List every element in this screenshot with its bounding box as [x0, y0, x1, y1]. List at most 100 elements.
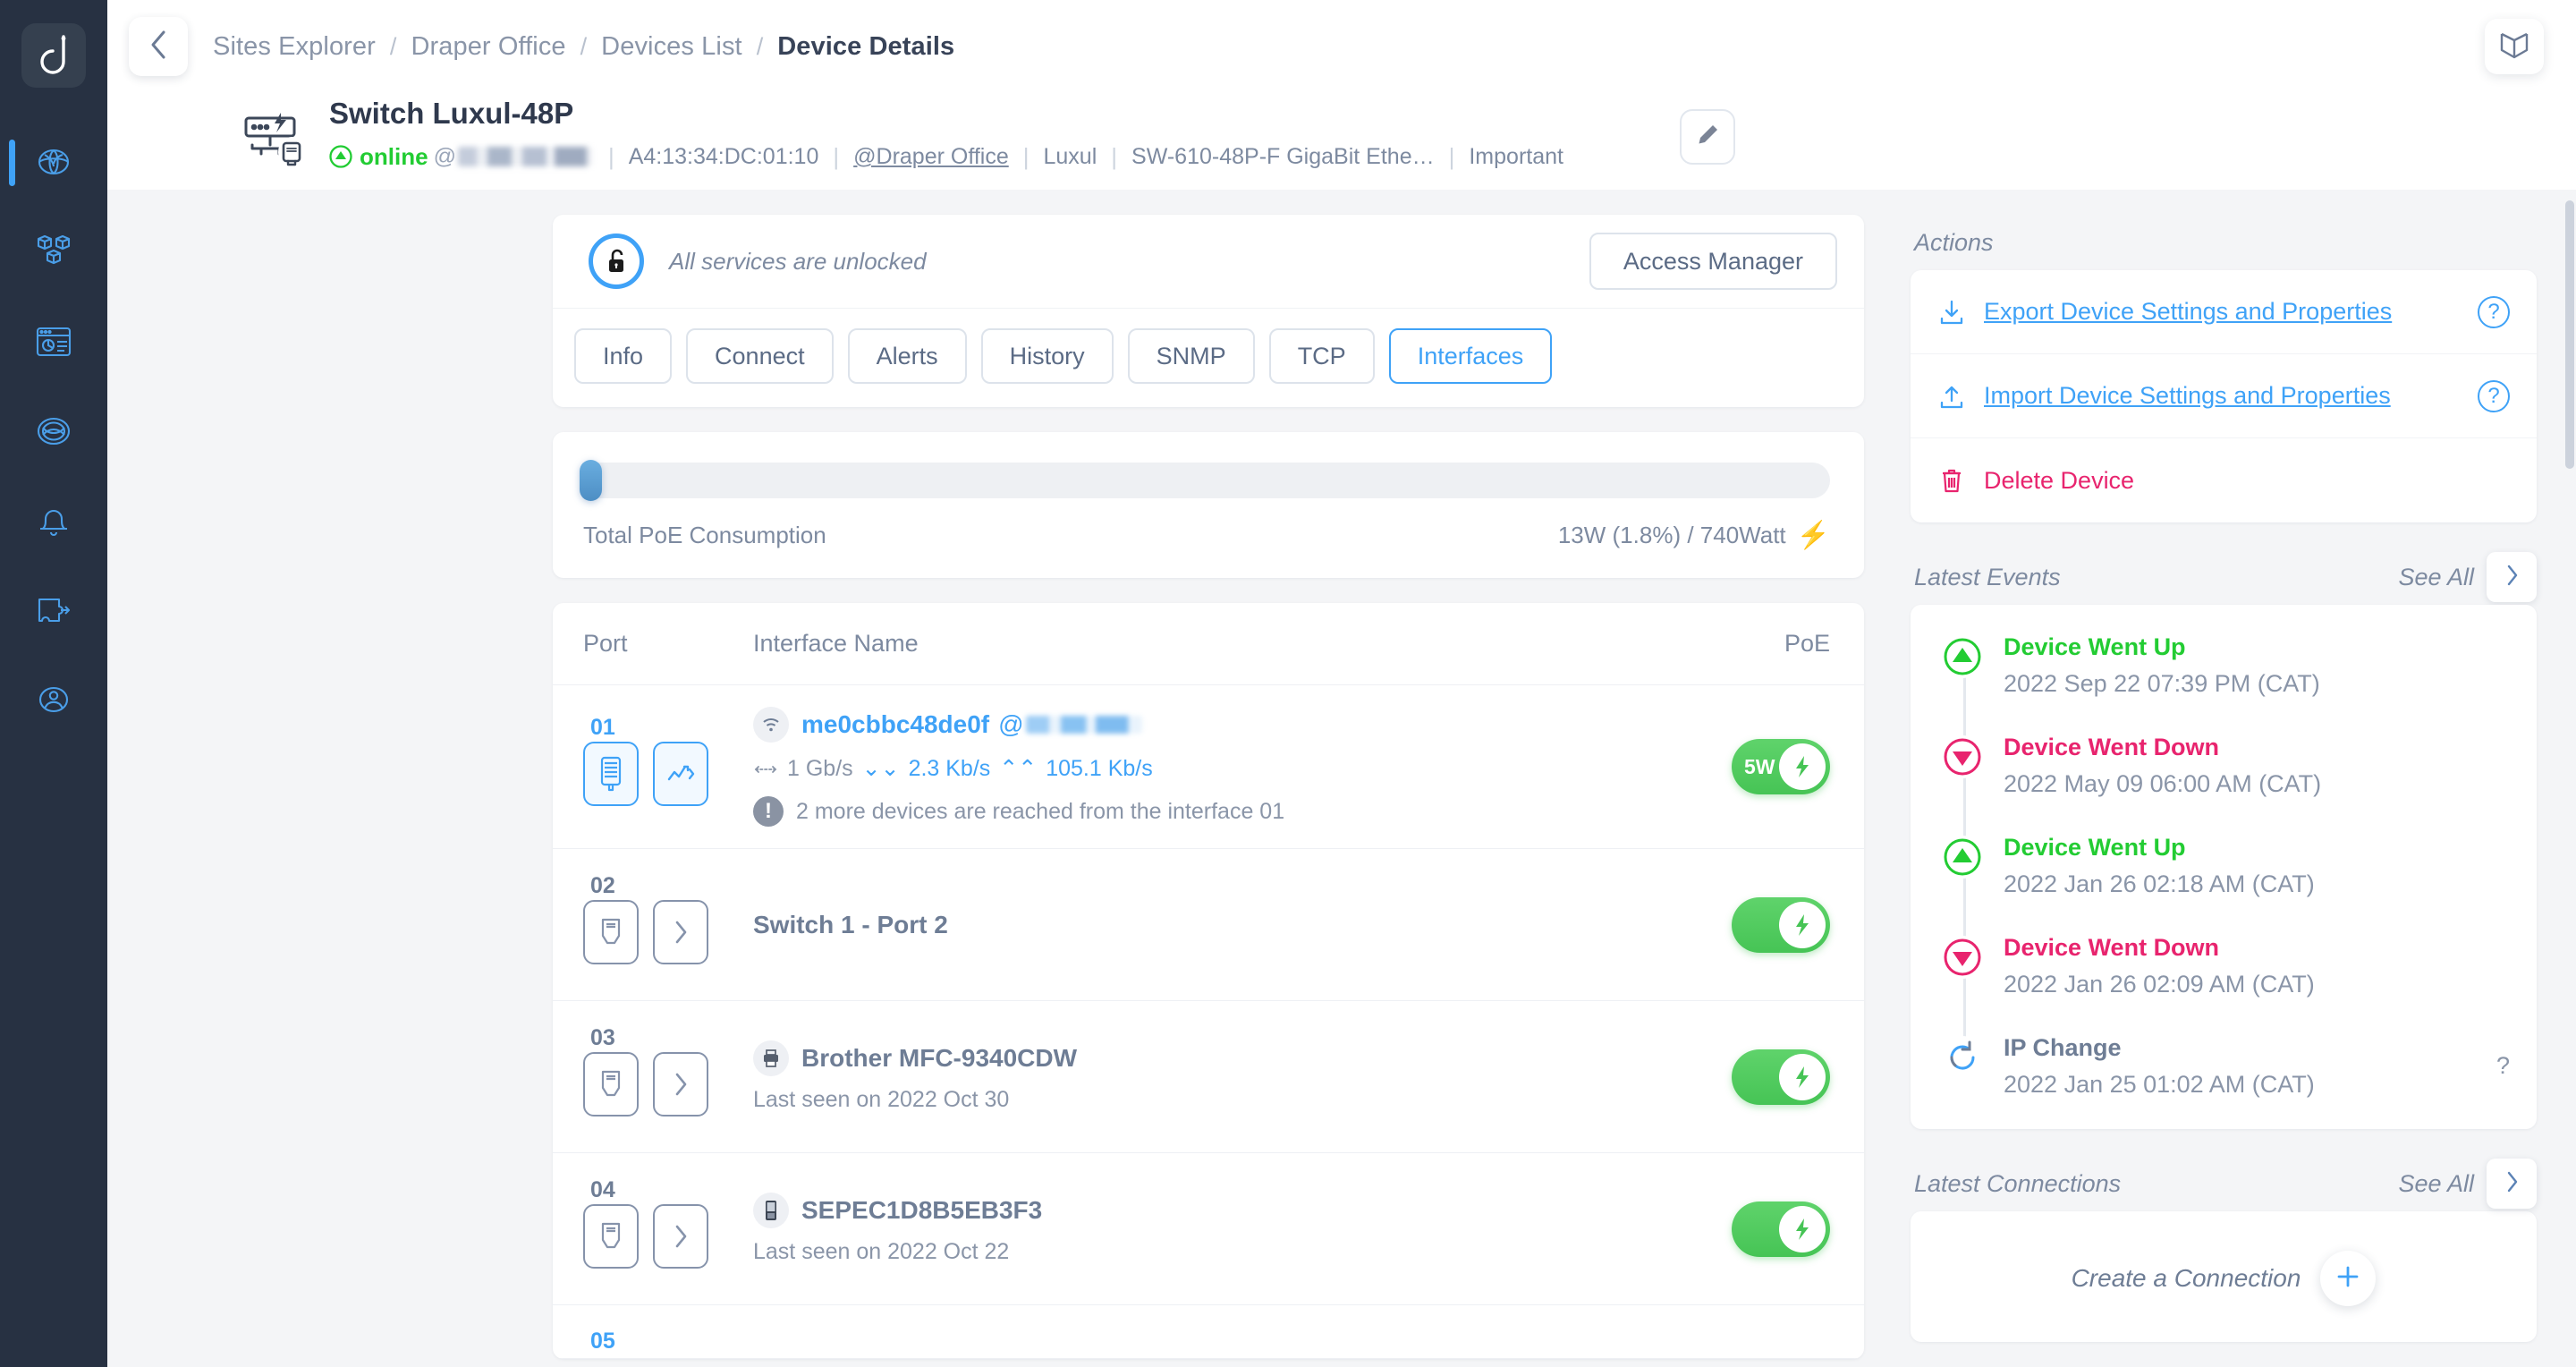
list-item[interactable]: Device Went Up 2022 Jan 26 02:18 AM (CAT… — [1941, 832, 2510, 898]
event-time: 2022 May 09 06:00 AM (CAT) — [2004, 770, 2510, 798]
tab-tcp[interactable]: TCP — [1269, 328, 1375, 384]
poe-knob — [1779, 902, 1826, 948]
switch-stack-icon[interactable] — [583, 742, 639, 806]
port-number: 05 — [590, 1329, 615, 1354]
event-title: IP Change — [2004, 1032, 2496, 1064]
latest-connections-see-all-button[interactable] — [2487, 1159, 2537, 1209]
interfaces-table: Port Interface Name PoE 01 — [553, 603, 1864, 1359]
breadcrumb-item-0[interactable]: Sites Explorer — [213, 32, 376, 62]
chevron-right-icon[interactable] — [653, 1204, 708, 1269]
list-item[interactable]: IP Change 2022 Jan 25 01:02 AM (CAT) ? — [1941, 1032, 2510, 1099]
device-site-link[interactable]: @Draper Office — [853, 144, 1009, 170]
table-row[interactable]: 02 — [553, 849, 1864, 1001]
scrollbar-thumb[interactable] — [2565, 200, 2574, 469]
interface-speed-row: 1 Gb/s ⌄⌄ 2.3 Kb/s ⌃⌃ 105.1 Kb/s — [753, 755, 1714, 782]
bolt-icon: ⚡ — [1797, 520, 1830, 551]
table-row[interactable]: 03 — [553, 1001, 1864, 1153]
app-logo[interactable] — [21, 23, 86, 88]
upload-icon — [1934, 383, 1970, 410]
sidebar-item-reports[interactable] — [0, 297, 107, 386]
breadcrumb-item-1[interactable]: Draper Office — [411, 32, 565, 62]
help-icon[interactable]: ? — [2478, 296, 2510, 328]
device-importance: Important — [1469, 144, 1563, 170]
interface-name-row: me0cbbc48de0f @ — [753, 707, 1714, 743]
event-body: Device Went Up 2022 Sep 22 07:39 PM (CAT… — [2004, 632, 2510, 698]
event-body: IP Change 2022 Jan 25 01:02 AM (CAT) — [2004, 1032, 2496, 1099]
radar-icon — [34, 412, 73, 450]
chevron-left-icon — [149, 30, 167, 64]
tab-interfaces[interactable]: Interfaces — [1389, 328, 1553, 384]
table-header: Port Interface Name PoE — [553, 603, 1864, 685]
edit-device-button[interactable] — [1680, 109, 1735, 165]
tab-connect[interactable]: Connect — [686, 328, 834, 384]
sidebar-item-sites-explorer[interactable] — [0, 118, 107, 208]
divider: | — [833, 143, 839, 171]
tab-alerts[interactable]: Alerts — [848, 328, 967, 384]
access-manager-button[interactable]: Access Manager — [1589, 233, 1837, 290]
left-nav-rail — [0, 0, 107, 1367]
traffic-graph-icon[interactable] — [653, 742, 708, 806]
delete-device-row[interactable]: Delete Device — [1911, 438, 2537, 522]
export-settings-row[interactable]: Export Device Settings and Properties ? — [1911, 270, 2537, 354]
create-connection-button[interactable] — [2320, 1251, 2376, 1306]
column-header-poe: PoE — [1723, 630, 1830, 658]
poe-label: Total PoE Consumption — [583, 522, 826, 549]
sidebar-item-integrations[interactable] — [0, 565, 107, 655]
user-icon — [35, 682, 72, 717]
chevron-right-icon[interactable] — [653, 900, 708, 964]
rj45-icon[interactable] — [583, 900, 639, 964]
table-row[interactable]: 04 — [553, 1153, 1864, 1305]
event-help-icon[interactable]: ? — [2496, 1052, 2510, 1080]
page-scrollbar[interactable] — [2565, 190, 2574, 1367]
poe-toggle[interactable] — [1732, 1049, 1830, 1105]
event-time: 2022 Jan 25 01:02 AM (CAT) — [2004, 1071, 2496, 1099]
sidebar-item-discovery[interactable] — [0, 386, 107, 476]
app-root: Sites Explorer / Draper Office / Devices… — [0, 0, 2576, 1367]
poe-toggle[interactable]: 5W — [1732, 739, 1830, 794]
create-connection-card[interactable]: Create a Connection — [1911, 1211, 2537, 1342]
list-item[interactable]: Device Went Up 2022 Sep 22 07:39 PM (CAT… — [1941, 632, 2510, 698]
tab-info[interactable]: Info — [574, 328, 672, 384]
main-column: Sites Explorer / Draper Office / Devices… — [107, 0, 2576, 1367]
access-status-text: All services are unlocked — [669, 248, 927, 276]
list-item[interactable]: Device Went Down 2022 Jan 26 02:09 AM (C… — [1941, 932, 2510, 998]
documentation-button[interactable] — [2485, 19, 2544, 74]
list-item[interactable]: Device Went Down 2022 May 09 06:00 AM (C… — [1941, 732, 2510, 798]
poe-progress-fill — [580, 460, 602, 501]
export-settings-link[interactable]: Export Device Settings and Properties — [1984, 298, 2392, 326]
breadcrumb: Sites Explorer / Draper Office / Devices… — [213, 32, 954, 62]
poe-toggle[interactable] — [1732, 1201, 1830, 1257]
interface-name[interactable]: me0cbbc48de0f — [801, 710, 989, 739]
tab-snmp[interactable]: SNMP — [1128, 328, 1255, 384]
divider: | — [1111, 143, 1117, 171]
refresh-icon — [1941, 1036, 1984, 1079]
tab-history[interactable]: History — [981, 328, 1114, 384]
latest-connections-see-all[interactable]: See All — [2398, 1170, 2474, 1198]
status-up-icon — [329, 145, 352, 168]
rj45-icon[interactable] — [583, 1204, 639, 1269]
port-number: 04 — [590, 1177, 615, 1203]
event-title: Device Went Down — [2004, 732, 2510, 763]
breadcrumb-item-2[interactable]: Devices List — [601, 32, 742, 62]
rj45-icon[interactable] — [583, 1052, 639, 1117]
import-settings-row[interactable]: Import Device Settings and Properties ? — [1911, 354, 2537, 438]
divider: | — [1023, 143, 1030, 171]
interface-host-masked — [1026, 716, 1142, 734]
chevron-right-icon[interactable] — [653, 1052, 708, 1117]
poe-toggle[interactable] — [1732, 897, 1830, 953]
table-row[interactable]: 01 — [553, 685, 1864, 849]
latest-events-see-all[interactable]: See All — [2398, 564, 2474, 591]
table-row[interactable]: 05 — [553, 1305, 1864, 1359]
help-icon[interactable]: ? — [2478, 380, 2510, 412]
sidebar-item-account[interactable] — [0, 655, 107, 744]
sidebar-item-alerts[interactable] — [0, 476, 107, 565]
device-vendor: Luxul — [1044, 144, 1097, 170]
globe-icon — [34, 143, 73, 183]
port-number: 02 — [590, 873, 615, 899]
back-button[interactable] — [129, 17, 188, 76]
sidebar-item-inventory[interactable] — [0, 208, 107, 297]
latest-events-see-all-button[interactable] — [2487, 552, 2537, 602]
import-settings-link[interactable]: Import Device Settings and Properties — [1984, 382, 2391, 410]
actions-section-header: Actions — [1911, 215, 2537, 270]
delete-device-link[interactable]: Delete Device — [1984, 467, 2134, 495]
